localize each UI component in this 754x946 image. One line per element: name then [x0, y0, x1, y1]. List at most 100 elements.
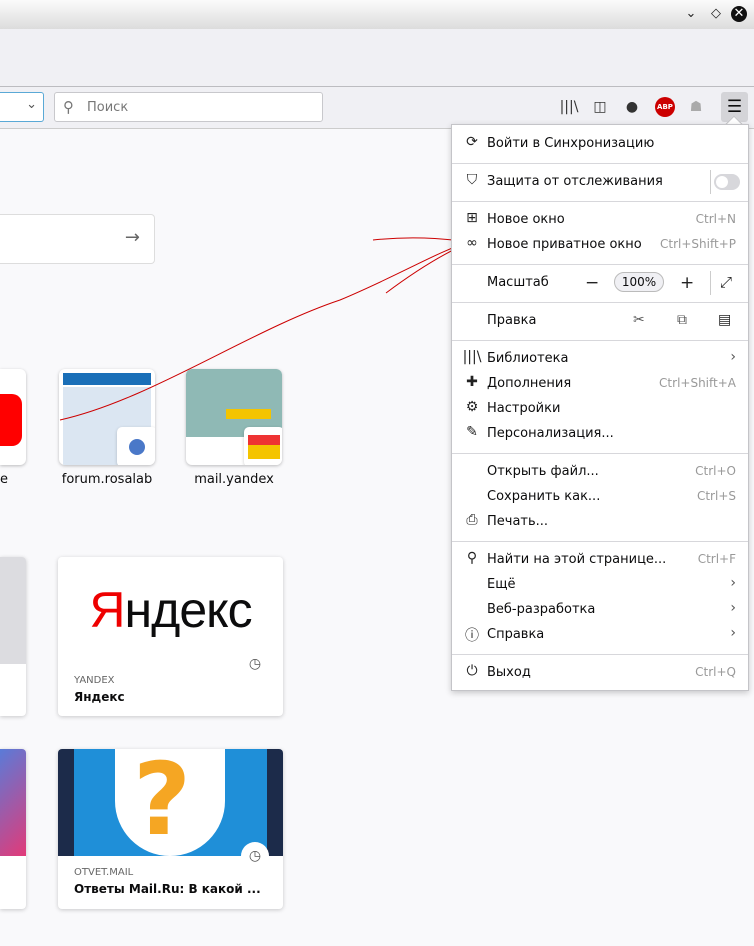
divider [452, 201, 748, 202]
menu-item-find[interactable]: ⚲ Найти на этой странице... Ctrl+F [452, 548, 748, 572]
menu-item-library[interactable]: |||\ Библиотека › [452, 347, 748, 371]
menu-label: Печать... [487, 514, 549, 529]
menu-label: Войти в Синхронизацию [487, 136, 655, 151]
menu-label: Справка [487, 627, 545, 642]
menu-item-more[interactable]: Ещё › [452, 573, 748, 597]
minimize-button[interactable]: ⌄ [683, 6, 699, 22]
dropdown-chevron-icon[interactable]: ⌄ [26, 97, 37, 112]
card-source: otvet.mail [74, 867, 134, 878]
brush-icon: ✎ [466, 424, 478, 440]
paste-icon[interactable]: ▤ [718, 312, 731, 328]
menu-item-customize[interactable]: ✎ Персонализация... [452, 422, 748, 446]
search-placeholder: Поиск [87, 100, 129, 115]
nav-bar: ⌄ ⚲ Поиск |||\ ◫ ● ABP ☗ ☰ [0, 87, 754, 129]
menu-item-addons[interactable]: ✚ Дополнения Ctrl+Shift+A [452, 372, 748, 396]
shortcut: Ctrl+N [695, 212, 736, 226]
arrow-right-icon[interactable]: → [125, 227, 140, 248]
puzzle-icon: ✚ [466, 374, 478, 390]
highlight-card[interactable]: Яндекс ◷ yandex Яндекс [58, 557, 283, 716]
page-search-box[interactable]: → [0, 214, 155, 264]
printer-icon: ⎙ [466, 512, 478, 528]
menu-label: Сохранить как... [487, 489, 601, 504]
zoom-reset-button[interactable]: 100% [614, 272, 664, 292]
menu-label: Выход [487, 665, 531, 680]
menu-item-save-as[interactable]: Сохранить как... Ctrl+S [452, 485, 748, 509]
chevron-right-icon: › [730, 575, 736, 591]
menu-item-webdev[interactable]: Веб-разработка › [452, 598, 748, 622]
help-icon: ⓘ [465, 628, 479, 644]
search-icon: ⚲ [466, 550, 478, 566]
menu-item-help[interactable]: ⓘ Справка › [452, 623, 748, 647]
menu-label: Открыть файл... [487, 464, 599, 479]
shortcut: Ctrl+Shift+P [660, 237, 736, 251]
sidebar-icon[interactable]: ◫ [590, 97, 610, 117]
highlight-card[interactable]: ? ◷ otvet.mail Ответы Mail.Ru: В какой .… [58, 749, 283, 909]
mask-icon: ∞ [466, 235, 478, 251]
divider [452, 302, 748, 303]
menu-item-private-window[interactable]: ∞ Новое приватное окно Ctrl+Shift+P [452, 233, 748, 257]
tracking-toggle[interactable] [714, 174, 740, 190]
divider [452, 340, 748, 341]
menu-label: Найти на этой странице... [487, 552, 667, 567]
divider [452, 264, 748, 265]
gear-icon: ⚙ [465, 399, 479, 415]
menu-label: Ещё [487, 577, 516, 592]
highlight-card[interactable] [0, 749, 26, 909]
menu-label: Дополнения [487, 376, 572, 391]
extension-icon[interactable]: ● [622, 97, 642, 117]
shortcut: Ctrl+Q [695, 665, 736, 679]
close-button[interactable]: ✕ [731, 6, 747, 22]
shortcut: Ctrl+Shift+A [659, 376, 736, 390]
tile-label[interactable]: e [0, 472, 8, 487]
menu-label: Персонализация... [487, 426, 614, 441]
menu-label: Новое приватное окно [487, 237, 642, 252]
tile-label[interactable]: mail.yandex [174, 472, 294, 487]
clock-icon: ◷ [241, 650, 269, 678]
app-menu: ⟳ Войти в Синхронизацию ⛉ Защита от отслеж… [451, 124, 749, 691]
shortcut: Ctrl+F [697, 552, 736, 566]
menu-item-new-window[interactable]: ⊞ Новое окно Ctrl+N [452, 208, 748, 232]
top-site-tile[interactable] [59, 369, 155, 465]
menu-item-sync[interactable]: ⟳ Войти в Синхронизацию [452, 132, 748, 156]
menu-item-zoom: Масштаб − 100% + ⤢ [452, 271, 748, 295]
fullscreen-icon[interactable]: ⤢ [720, 273, 732, 291]
shield-icon: ⛉ [466, 172, 478, 188]
chevron-right-icon: › [730, 625, 736, 641]
chevron-right-icon: › [730, 600, 736, 616]
adblock-icon[interactable]: ABP [655, 97, 675, 117]
top-site-tile[interactable] [186, 369, 282, 465]
shortcut: Ctrl+O [695, 464, 736, 478]
library-icon[interactable]: |||\ [559, 97, 579, 117]
maximize-button[interactable]: ◇ [708, 6, 724, 22]
menu-label: Масштаб [487, 275, 549, 290]
new-window-icon: ⊞ [466, 210, 478, 226]
copy-icon[interactable]: ⧉ [677, 312, 687, 328]
top-site-tile[interactable] [0, 369, 26, 465]
divider [452, 163, 748, 164]
power-icon: ⏻ [466, 663, 478, 679]
zoom-in-button[interactable]: + [680, 273, 694, 293]
search-input[interactable]: ⚲ Поиск [54, 92, 323, 122]
menu-item-open-file[interactable]: Открыть файл... Ctrl+O [452, 460, 748, 484]
url-bar[interactable]: ⌄ [0, 92, 44, 122]
divider [452, 654, 748, 655]
sync-icon: ⟳ [466, 134, 478, 150]
menu-item-exit[interactable]: ⏻ Выход Ctrl+Q [452, 661, 748, 685]
ghostery-icon[interactable]: ☗ [686, 97, 706, 117]
menu-item-settings[interactable]: ⚙ Настройки [452, 397, 748, 421]
search-icon: ⚲ [63, 98, 74, 116]
divider [452, 453, 748, 454]
menu-item-tracking[interactable]: ⛉ Защита от отслеживания [452, 170, 748, 194]
tile-label[interactable]: forum.rosalab [47, 472, 167, 487]
chevron-right-icon: › [730, 349, 736, 365]
clock-icon: ◷ [241, 842, 269, 870]
card-title: Ответы Mail.Ru: В какой ... [74, 882, 261, 896]
menu-label: Настройки [487, 401, 561, 416]
highlight-card[interactable] [0, 557, 26, 716]
menu-item-print[interactable]: ⎙ Печать... [452, 510, 748, 534]
card-source: yandex [74, 675, 115, 686]
title-bar: ⌄ ◇ ✕ [0, 0, 754, 29]
cut-icon[interactable]: ✂ [633, 312, 645, 328]
zoom-out-button[interactable]: − [585, 273, 599, 293]
yandex-logo: Я [89, 582, 125, 638]
